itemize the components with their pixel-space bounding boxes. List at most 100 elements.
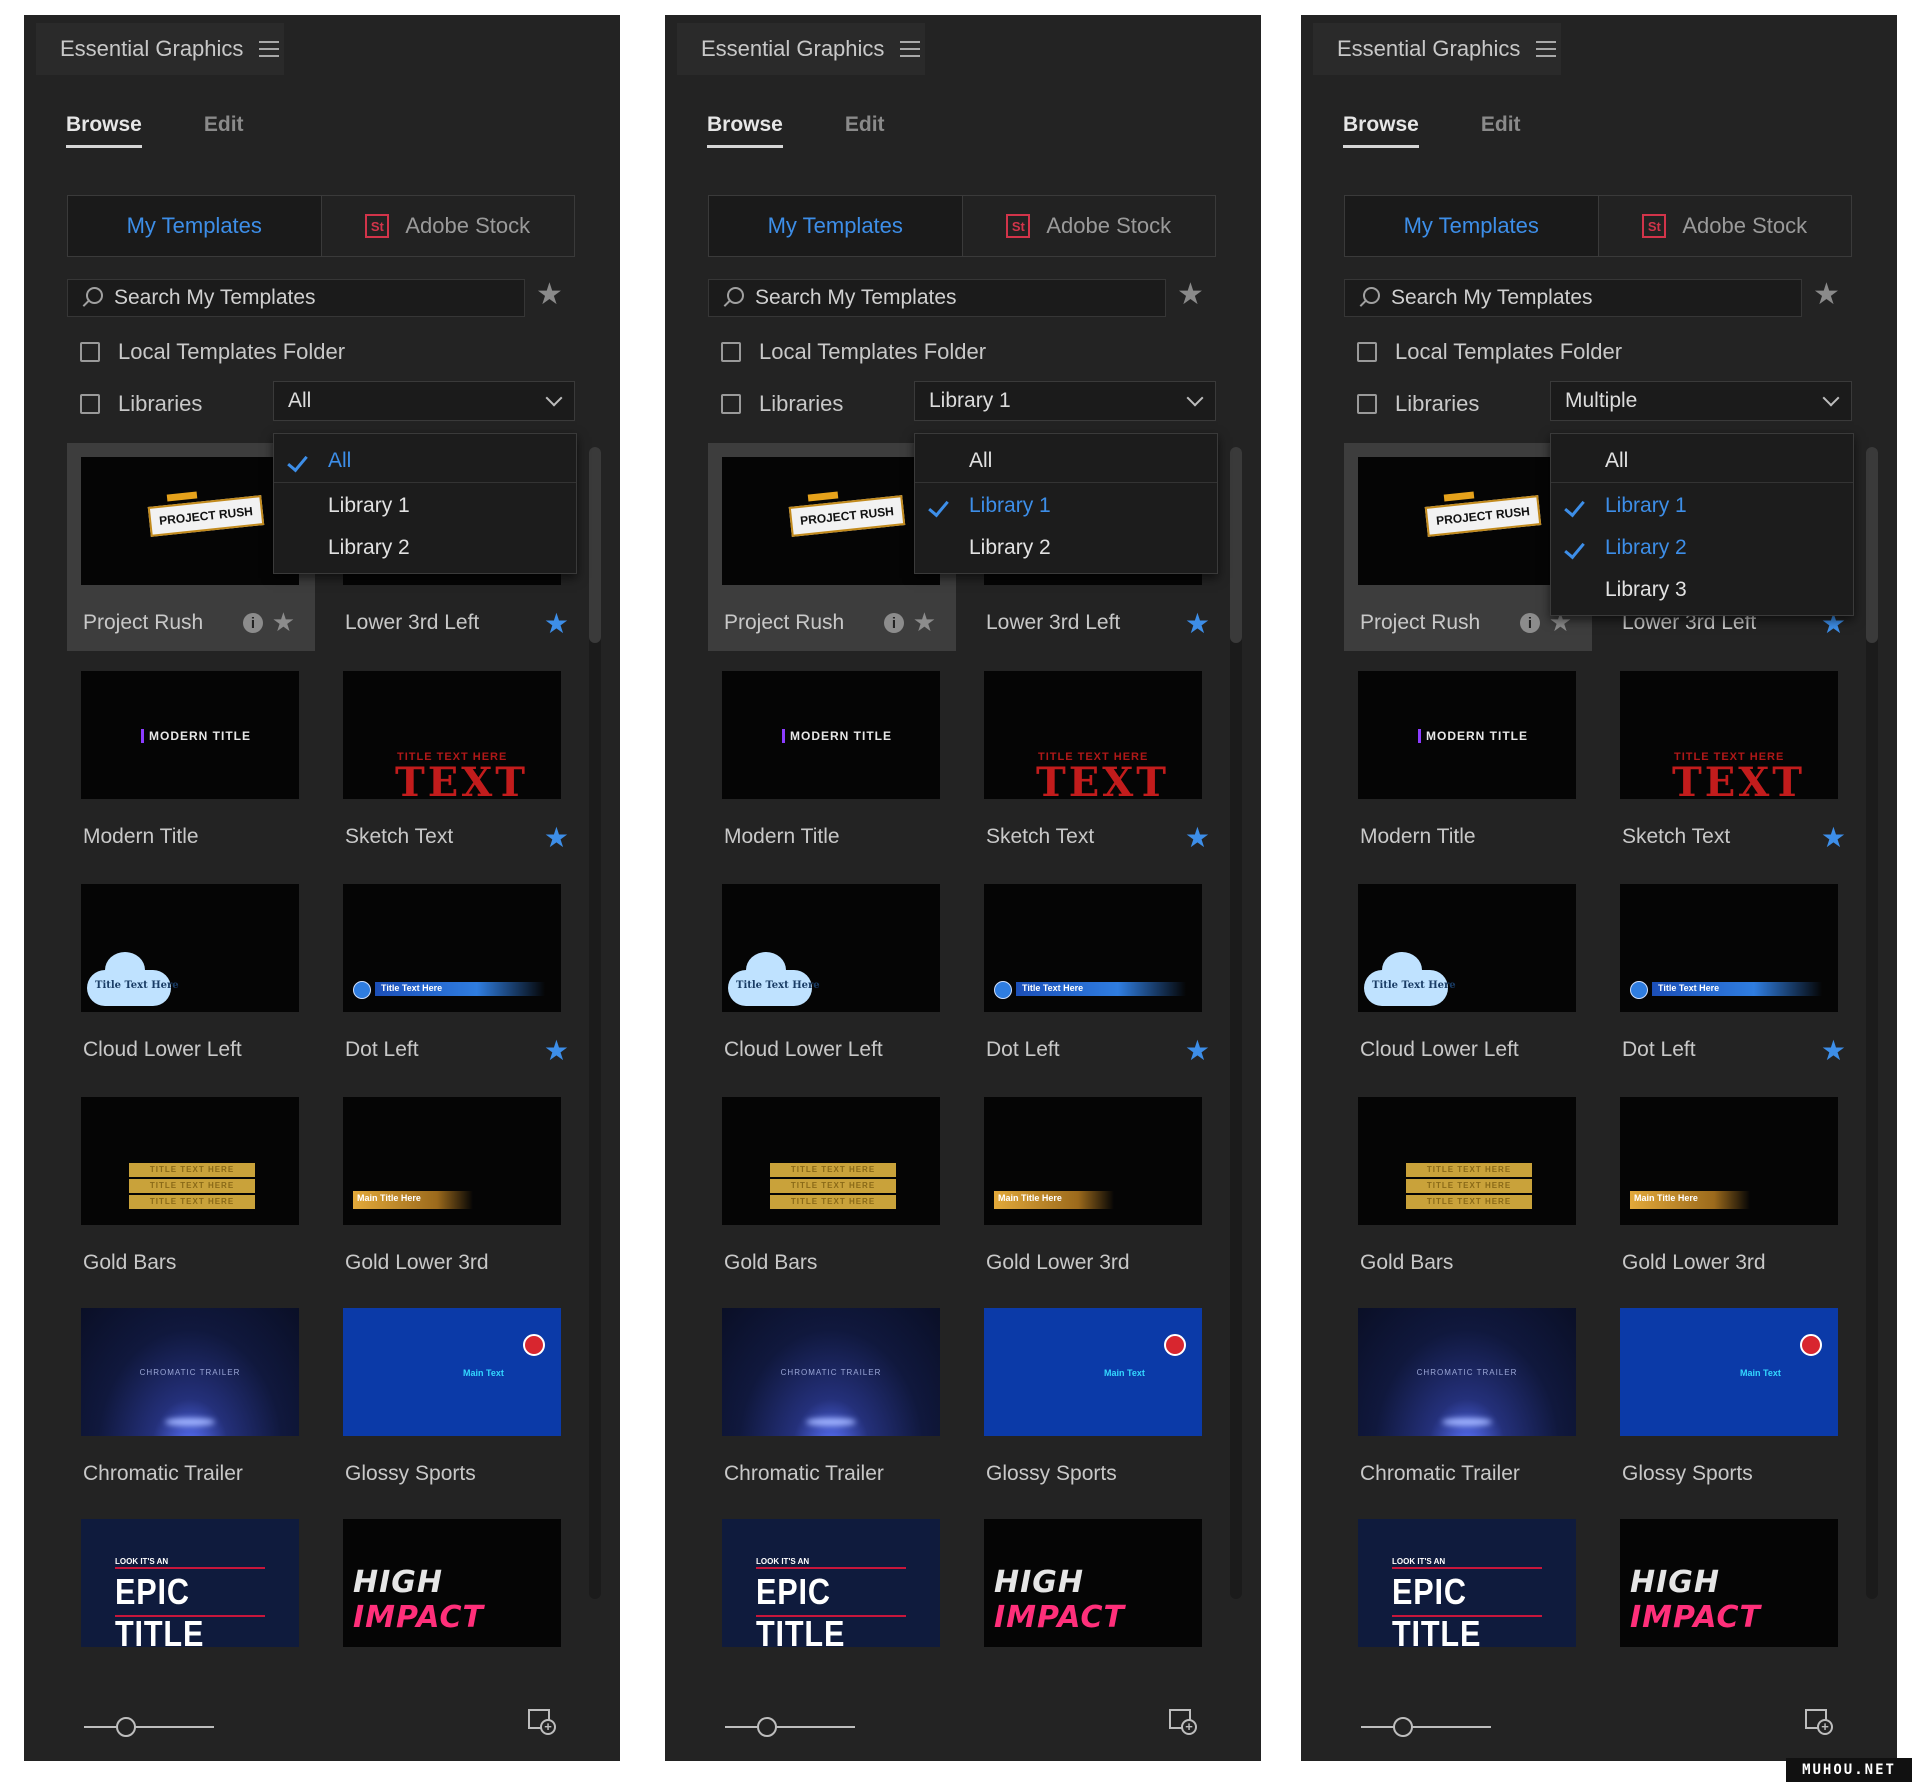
dropdown-item-library-3[interactable]: Library 3 xyxy=(1551,569,1853,611)
new-item-icon[interactable]: + xyxy=(528,1709,556,1737)
template-card[interactable]: TITLE TEXT HERE TEXT Sketch Text ★ xyxy=(1606,657,1854,865)
template-card[interactable]: TITLE TEXT HERE TITLE TEXT HERE TITLE TE… xyxy=(708,1083,956,1291)
tab-browse[interactable]: Browse xyxy=(707,113,783,148)
adobe-stock-button[interactable]: St Adobe Stock xyxy=(961,196,1215,256)
star-icon[interactable]: ★ xyxy=(1185,607,1210,640)
dropdown-item-library-1[interactable]: Library 1 xyxy=(915,485,1217,527)
template-card[interactable]: Main Title Here Gold Lower 3rd xyxy=(970,1083,1218,1291)
slider-knob[interactable] xyxy=(116,1717,136,1737)
template-card[interactable]: Main Title Here Gold Lower 3rd xyxy=(329,1083,577,1291)
hamburger-icon[interactable] xyxy=(1536,41,1557,57)
dropdown-item-all[interactable]: All xyxy=(274,440,576,483)
hamburger-icon[interactable] xyxy=(259,41,280,57)
my-templates-button[interactable]: My Templates xyxy=(68,196,321,256)
new-item-icon[interactable]: + xyxy=(1805,1709,1833,1737)
template-card[interactable]: Title Text Here Cloud Lower Left xyxy=(67,870,315,1078)
tab-edit[interactable]: Edit xyxy=(1481,113,1521,148)
info-icon[interactable]: i xyxy=(243,613,263,633)
dropdown-item-library-1[interactable]: Library 1 xyxy=(274,485,576,527)
new-item-icon[interactable]: + xyxy=(1169,1709,1197,1737)
star-icon[interactable]: ★ xyxy=(1185,1034,1210,1067)
scrollbar[interactable] xyxy=(1866,447,1878,1599)
my-templates-button[interactable]: My Templates xyxy=(1345,196,1598,256)
template-card[interactable]: LOOK IT'S AN EPIC TITLE xyxy=(1344,1505,1592,1713)
slider-knob[interactable] xyxy=(1393,1717,1413,1737)
adobe-stock-button[interactable]: St Adobe Stock xyxy=(1597,196,1851,256)
template-card[interactable]: HIGH IMPACT xyxy=(329,1505,577,1713)
dropdown-item-library-2[interactable]: Library 2 xyxy=(1551,527,1853,569)
dropdown-item-all[interactable]: All xyxy=(1551,440,1853,483)
template-card[interactable]: MODERN TITLE Modern Title xyxy=(1344,657,1592,865)
template-card[interactable]: TITLE TEXT HERE TEXT Sketch Text ★ xyxy=(970,657,1218,865)
favorites-filter-star-icon[interactable]: ★ xyxy=(1813,277,1840,312)
local-templates-checkbox[interactable] xyxy=(721,342,741,362)
template-card[interactable]: Title Text Here Dot Left ★ xyxy=(329,870,577,1078)
dropdown-item-library-2[interactable]: Library 2 xyxy=(915,527,1217,569)
template-card[interactable]: Title Text Here Dot Left ★ xyxy=(970,870,1218,1078)
template-card[interactable]: Main Text Glossy Sports xyxy=(329,1294,577,1502)
template-name: Chromatic Trailer xyxy=(83,1462,243,1485)
libraries-select[interactable]: Multiple xyxy=(1550,381,1852,421)
template-card[interactable]: CHROMATIC TRAILER Chromatic Trailer xyxy=(67,1294,315,1502)
template-card[interactable]: MODERN TITLE Modern Title xyxy=(67,657,315,865)
thumbnail-size-slider[interactable] xyxy=(84,1715,214,1739)
template-card[interactable]: MODERN TITLE Modern Title xyxy=(708,657,956,865)
scrollbar-thumb[interactable] xyxy=(1230,447,1242,643)
adobe-stock-button[interactable]: St Adobe Stock xyxy=(320,196,574,256)
template-card[interactable]: CHROMATIC TRAILER Chromatic Trailer xyxy=(1344,1294,1592,1502)
libraries-select[interactable]: All xyxy=(273,381,575,421)
libraries-select[interactable]: Library 1 xyxy=(914,381,1216,421)
scrollbar-thumb[interactable] xyxy=(1866,447,1878,643)
dropdown-item-library-1[interactable]: Library 1 xyxy=(1551,485,1853,527)
template-card[interactable]: LOOK IT'S AN EPIC TITLE xyxy=(67,1505,315,1713)
star-icon[interactable]: ★ xyxy=(272,607,295,638)
info-icon[interactable]: i xyxy=(884,613,904,633)
local-templates-checkbox[interactable] xyxy=(80,342,100,362)
search-input[interactable] xyxy=(1389,285,1801,311)
thumbnail-size-slider[interactable] xyxy=(725,1715,855,1739)
local-templates-checkbox[interactable] xyxy=(1357,342,1377,362)
template-card[interactable]: TITLE TEXT HERE TITLE TEXT HERE TITLE TE… xyxy=(1344,1083,1592,1291)
hamburger-icon[interactable] xyxy=(900,41,921,57)
thumbnail-size-slider[interactable] xyxy=(1361,1715,1491,1739)
tab-edit[interactable]: Edit xyxy=(204,113,244,148)
template-card[interactable]: Main Text Glossy Sports xyxy=(970,1294,1218,1502)
template-card[interactable]: TITLE TEXT HERE TITLE TEXT HERE TITLE TE… xyxy=(67,1083,315,1291)
scrollbar[interactable] xyxy=(589,447,601,1599)
search-input[interactable] xyxy=(112,285,524,311)
star-icon[interactable]: ★ xyxy=(1821,1034,1846,1067)
template-card[interactable]: Main Text Glossy Sports xyxy=(1606,1294,1854,1502)
star-icon[interactable]: ★ xyxy=(544,1034,569,1067)
my-templates-button[interactable]: My Templates xyxy=(709,196,962,256)
template-card[interactable]: CHROMATIC TRAILER Chromatic Trailer xyxy=(708,1294,956,1502)
favorites-filter-star-icon[interactable]: ★ xyxy=(1177,277,1204,312)
search-input[interactable] xyxy=(753,285,1165,311)
scrollbar-thumb[interactable] xyxy=(589,447,601,643)
template-card[interactable]: Title Text Here Dot Left ★ xyxy=(1606,870,1854,1078)
scrollbar[interactable] xyxy=(1230,447,1242,1599)
libraries-checkbox[interactable] xyxy=(1357,394,1377,414)
star-icon[interactable]: ★ xyxy=(1185,821,1210,854)
tab-browse[interactable]: Browse xyxy=(66,113,142,148)
star-icon[interactable]: ★ xyxy=(544,607,569,640)
template-card[interactable]: HIGH IMPACT xyxy=(970,1505,1218,1713)
libraries-checkbox[interactable] xyxy=(721,394,741,414)
browse-edit-tabs: Browse Edit xyxy=(66,113,244,148)
dropdown-item-all[interactable]: All xyxy=(915,440,1217,483)
template-card[interactable]: Title Text Here Cloud Lower Left xyxy=(1344,870,1592,1078)
favorites-filter-star-icon[interactable]: ★ xyxy=(536,277,563,312)
tab-browse[interactable]: Browse xyxy=(1343,113,1419,148)
star-icon[interactable]: ★ xyxy=(913,607,936,638)
template-card[interactable]: Main Title Here Gold Lower 3rd xyxy=(1606,1083,1854,1291)
template-card[interactable]: TITLE TEXT HERE TEXT Sketch Text ★ xyxy=(329,657,577,865)
template-card[interactable]: HIGH IMPACT xyxy=(1606,1505,1854,1713)
slider-knob[interactable] xyxy=(757,1717,777,1737)
libraries-checkbox[interactable] xyxy=(80,394,100,414)
template-card[interactable]: LOOK IT'S AN EPIC TITLE xyxy=(708,1505,956,1713)
tab-edit[interactable]: Edit xyxy=(845,113,885,148)
template-card[interactable]: Title Text Here Cloud Lower Left xyxy=(708,870,956,1078)
dropdown-item-library-2[interactable]: Library 2 xyxy=(274,527,576,569)
info-icon[interactable]: i xyxy=(1520,613,1540,633)
star-icon[interactable]: ★ xyxy=(1821,821,1846,854)
star-icon[interactable]: ★ xyxy=(544,821,569,854)
